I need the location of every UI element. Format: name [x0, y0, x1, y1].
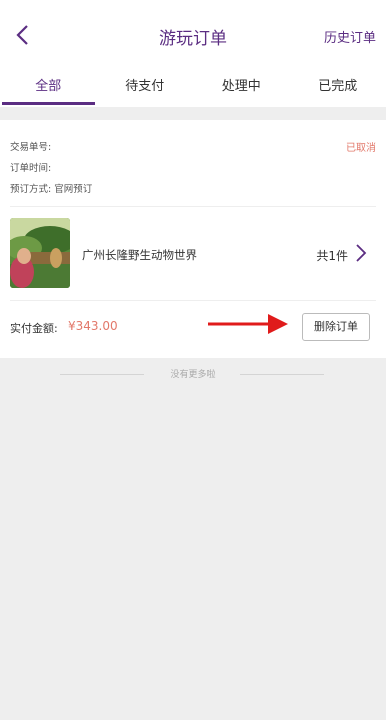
delete-order-button[interactable]: 删除订单 [302, 313, 370, 341]
tab-all[interactable]: 全部 [0, 70, 97, 107]
tab-processing[interactable]: 处理中 [193, 70, 290, 107]
divider [10, 206, 376, 207]
booking-method: 预订方式: 官网预订 [10, 184, 93, 195]
divider [240, 374, 324, 375]
amount-value: ¥343.00 [68, 319, 118, 333]
divider [10, 300, 376, 301]
tab-completed[interactable]: 已完成 [290, 70, 386, 107]
red-arrow-icon [206, 310, 290, 338]
order-card: 交易单号: 订单时间: 预订方式: 官网预订 已取消 广州长隆野生动物世界 共1… [0, 120, 386, 358]
no-more-footer: 没有更多啦 [0, 367, 386, 383]
no-more-text: 没有更多啦 [170, 370, 216, 380]
product-name[interactable]: 广州长隆野生动物世界 [82, 247, 197, 263]
order-time-label: 订单时间: [10, 163, 52, 174]
item-count: 共1件 [316, 249, 348, 263]
top-bar: 游玩订单 历史订单 [0, 0, 386, 70]
status-badge: 已取消 [346, 143, 376, 154]
amount-label: 实付金额: [10, 322, 58, 335]
product-thumbnail[interactable] [10, 218, 70, 288]
trade-number-label: 交易单号: [10, 142, 52, 153]
tab-pending-payment[interactable]: 待支付 [97, 70, 194, 107]
history-orders-link[interactable]: 历史订单 [324, 27, 376, 46]
order-tabs: 全部 待支付 处理中 已完成 [0, 70, 386, 108]
chevron-right-icon[interactable] [354, 241, 368, 265]
